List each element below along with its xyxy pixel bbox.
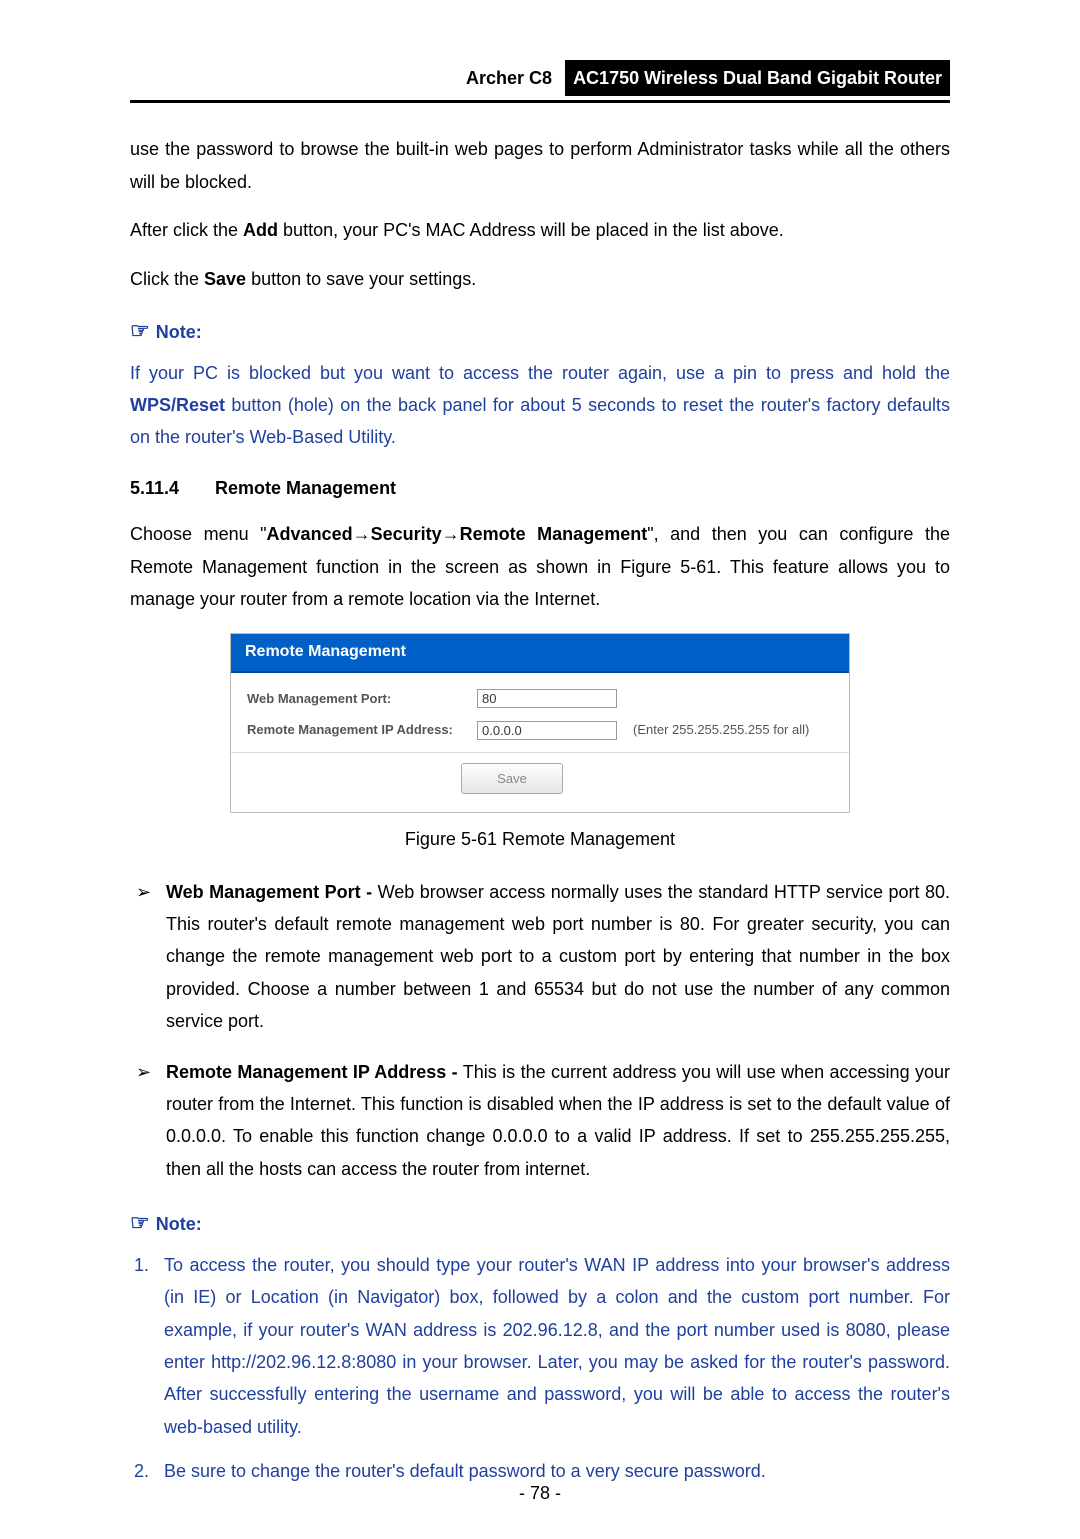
section-paragraph: Choose menu "Advanced→Security→Remote Ma… bbox=[130, 518, 950, 615]
intro-paragraph-2: After click the Add button, your PC's MA… bbox=[130, 214, 950, 246]
web-port-row: Web Management Port: bbox=[247, 687, 833, 710]
text: Choose menu " bbox=[130, 524, 267, 544]
text: button (hole) on the back panel for abou… bbox=[130, 395, 950, 447]
note-body-1: If your PC is blocked but you want to ac… bbox=[130, 357, 950, 454]
header-rule bbox=[130, 100, 950, 103]
section-heading: 5.11.4 Remote Management bbox=[130, 472, 950, 504]
section-title: Remote Management bbox=[215, 478, 396, 498]
page-number: - 78 - bbox=[0, 1477, 1080, 1509]
intro-paragraph-3: Click the Save button to save your setti… bbox=[130, 263, 950, 295]
text: button to save your settings. bbox=[246, 269, 476, 289]
text: After click the bbox=[130, 220, 243, 240]
note-ordered-list: To access the router, you should type yo… bbox=[130, 1249, 950, 1488]
figure-ref: Figure 5-61 bbox=[620, 557, 716, 577]
document-page: Archer C8 AC1750 Wireless Dual Band Giga… bbox=[0, 0, 1080, 1539]
figure-caption: Figure 5-61 Remote Management bbox=[130, 823, 950, 855]
save-button[interactable]: Save bbox=[461, 763, 563, 794]
panel-title: Remote Management bbox=[231, 634, 849, 673]
add-bold: Add bbox=[243, 220, 278, 240]
pointing-hand-icon: ☞ bbox=[130, 1210, 150, 1235]
note-label: Note: bbox=[156, 1214, 202, 1234]
path-security: Security bbox=[371, 524, 442, 544]
save-bold: Save bbox=[204, 269, 246, 289]
remote-management-panel: Remote Management Web Management Port: R… bbox=[230, 633, 850, 813]
page-header: Archer C8 AC1750 Wireless Dual Band Giga… bbox=[130, 60, 950, 96]
bullet-bold: Web Management Port - bbox=[166, 882, 372, 902]
ip-label: Remote Management IP Address: bbox=[247, 718, 477, 741]
note-label: Note: bbox=[156, 322, 202, 342]
text: If your PC is blocked but you want to ac… bbox=[130, 363, 950, 383]
text: button, your PC's MAC Address will be pl… bbox=[278, 220, 784, 240]
intro-paragraph-1: use the password to browse the built-in … bbox=[130, 133, 950, 198]
bullet-ip-address: Remote Management IP Address - This is t… bbox=[130, 1056, 950, 1186]
text: Click the bbox=[130, 269, 204, 289]
ip-hint: (Enter 255.255.255.255 for all) bbox=[633, 718, 809, 741]
path-remote: Remote Management bbox=[460, 524, 648, 544]
arrow-icon: → bbox=[442, 524, 460, 544]
note-item-1: To access the router, you should type yo… bbox=[154, 1249, 950, 1443]
arrow-icon: → bbox=[353, 524, 371, 544]
wps-reset-bold: WPS/Reset bbox=[130, 395, 225, 415]
bullet-list: Web Management Port - Web browser access… bbox=[130, 876, 950, 1186]
bullet-text: Web browser access normally uses the sta… bbox=[166, 882, 950, 1032]
ip-row: Remote Management IP Address: (Enter 255… bbox=[247, 718, 833, 741]
header-model: Archer C8 bbox=[466, 62, 552, 94]
pointing-hand-icon: ☞ bbox=[130, 318, 150, 343]
note-heading-2: ☞ Note: bbox=[130, 1203, 950, 1243]
bullet-web-port: Web Management Port - Web browser access… bbox=[130, 876, 950, 1038]
path-advanced: Advanced bbox=[267, 524, 353, 544]
header-product: AC1750 Wireless Dual Band Gigabit Router bbox=[565, 60, 950, 96]
web-port-label: Web Management Port: bbox=[247, 687, 477, 710]
bullet-bold: Remote Management IP Address - bbox=[166, 1062, 458, 1082]
ip-input[interactable] bbox=[477, 721, 617, 740]
note-heading-1: ☞ Note: bbox=[130, 311, 950, 351]
section-number: 5.11.4 bbox=[130, 472, 210, 504]
web-port-input[interactable] bbox=[477, 689, 617, 708]
